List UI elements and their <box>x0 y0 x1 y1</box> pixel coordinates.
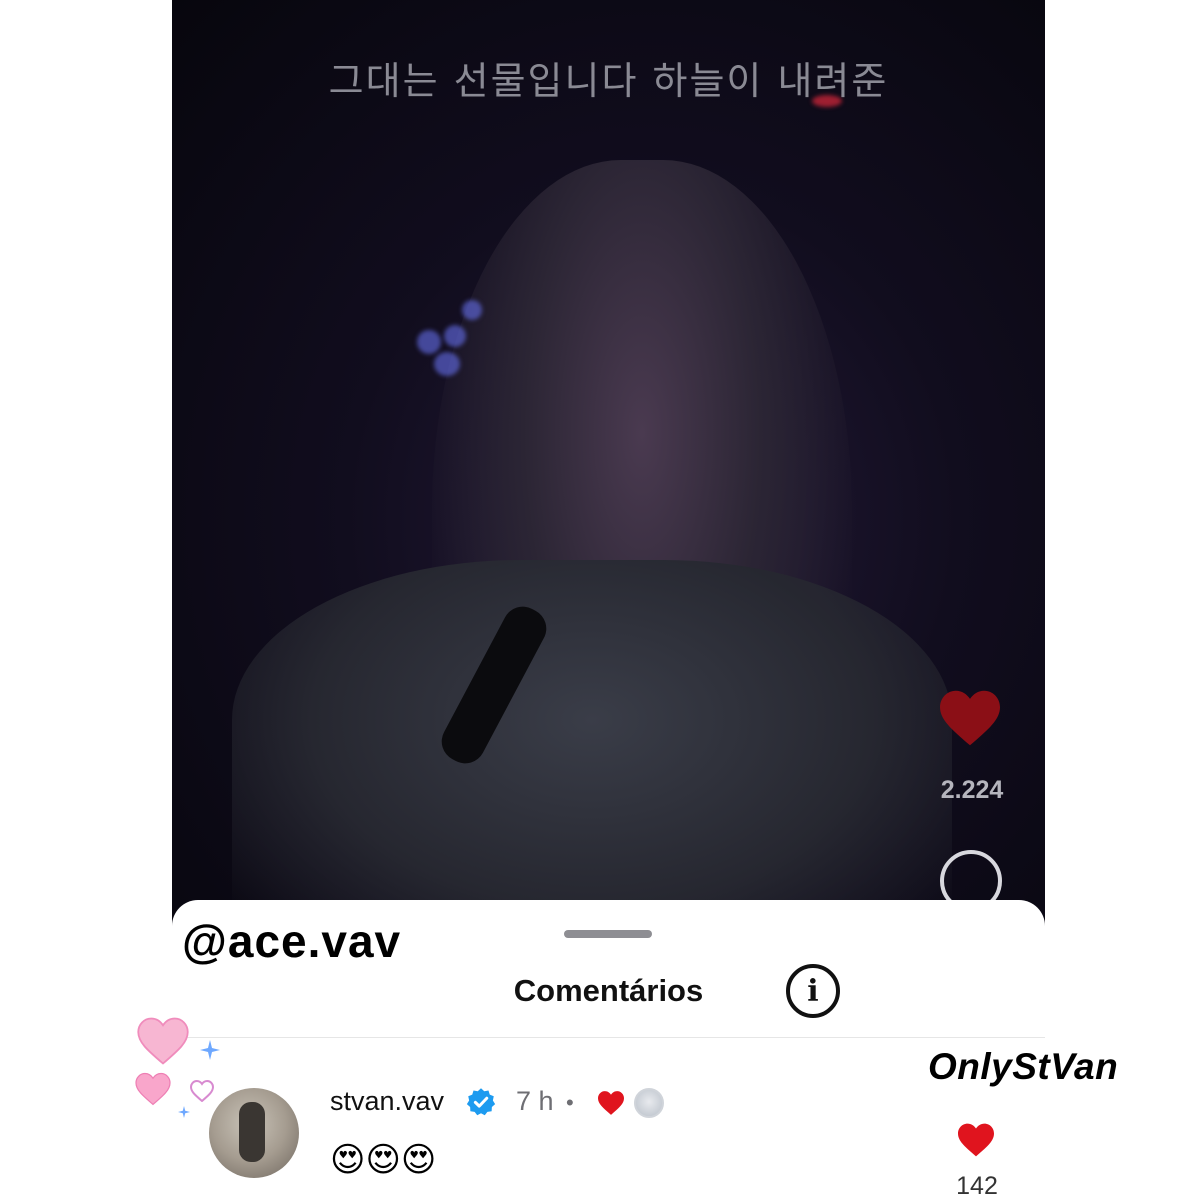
separator-dot: • <box>566 1090 574 1115</box>
account-handle-watermark: @ace.vav <box>182 915 402 967</box>
sheet-title: Comentários <box>513 973 704 1008</box>
brand-watermark: OnlyStVan <box>928 1046 1119 1087</box>
outline-heart-decoration <box>190 1080 214 1102</box>
avatar-figure <box>239 1102 265 1162</box>
sparkle-icon <box>200 1040 220 1060</box>
heart-icon[interactable] <box>937 688 1003 748</box>
like-count: 2.224 <box>940 776 1004 804</box>
info-icon[interactable]: i <box>786 964 840 1018</box>
comment-text: 😍😍😍 <box>330 1140 436 1180</box>
video-player[interactable]: 그대는 선물입니다 하늘이 내려준 2.224 <box>172 0 1045 940</box>
verified-badge-icon <box>466 1088 496 1116</box>
comment-text-value: 😍😍😍 <box>330 1140 437 1180</box>
sparkle-icon <box>178 1106 190 1118</box>
drag-handle[interactable] <box>564 930 652 938</box>
stage-light <box>444 325 466 347</box>
lyrics-subtitle: 그대는 선물입니다 하늘이 내려준 <box>328 59 889 103</box>
singer-shirt <box>232 560 952 940</box>
creator-avatar <box>634 1088 664 1118</box>
pink-heart-decoration <box>135 1072 171 1106</box>
pink-heart-decoration <box>137 1017 189 1065</box>
comment-like-heart-icon[interactable] <box>955 1122 997 1158</box>
comment-like-count: 142 <box>956 1172 998 1200</box>
avatar[interactable] <box>209 1088 299 1178</box>
stage-light <box>434 352 460 376</box>
divider <box>172 1037 1045 1038</box>
comment-username[interactable]: stvan.vav <box>330 1086 444 1117</box>
stage-light <box>462 300 482 320</box>
comment-time: 7 h <box>516 1086 554 1116</box>
stage-light <box>417 330 441 354</box>
creator-liked-heart-icon <box>598 1091 624 1115</box>
